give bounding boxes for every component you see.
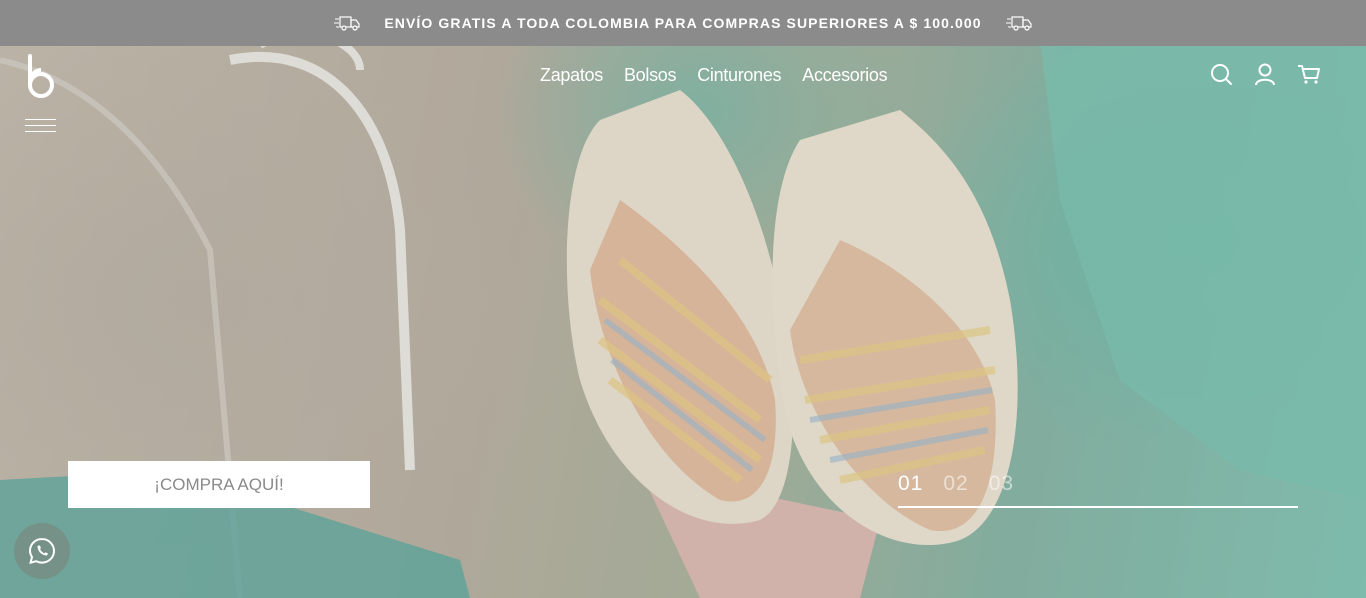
b-logo-icon[interactable] <box>24 54 58 100</box>
whatsapp-icon <box>28 537 56 564</box>
hero-banner <box>0 0 1366 598</box>
slider-progress-line <box>898 506 1298 508</box>
nav-item-bolsos[interactable]: Bolsos <box>616 63 689 87</box>
hero-overlay <box>0 0 1366 598</box>
menu-line <box>25 119 56 120</box>
account-icon[interactable] <box>1252 60 1278 88</box>
announcement-bar: ENVÍO GRATIS A TODA COLOMBIA PARA COMPRA… <box>0 0 1366 46</box>
header-icons <box>1208 60 1322 88</box>
truck-icon <box>1005 16 1032 31</box>
menu-line <box>25 125 56 126</box>
menu-line <box>25 131 56 132</box>
truck-icon <box>334 16 360 31</box>
announcement-text: ENVÍO GRATIS A TODA COLOMBIA PARA COMPRA… <box>384 15 982 31</box>
nav-item-zapatos[interactable]: Zapatos <box>532 63 616 87</box>
slide-1-button[interactable]: 01 <box>898 472 923 496</box>
nav-item-cinturones[interactable]: Cinturones <box>689 63 794 87</box>
shop-now-button[interactable]: ¡COMPRA AQUÍ! <box>68 461 370 508</box>
nav-item-accesorios[interactable]: Accesorios <box>794 63 900 87</box>
search-icon[interactable] <box>1208 60 1234 88</box>
slide-2-button[interactable]: 02 <box>943 472 968 496</box>
cart-icon[interactable] <box>1296 60 1322 88</box>
whatsapp-button[interactable] <box>14 523 70 579</box>
menu-toggle-button[interactable] <box>25 117 56 133</box>
slide-3-button[interactable]: 03 <box>989 472 1014 496</box>
main-nav: Zapatos Bolsos Cinturones Accesorios <box>532 63 900 87</box>
slider-pagination: 01 02 03 <box>898 472 1014 496</box>
